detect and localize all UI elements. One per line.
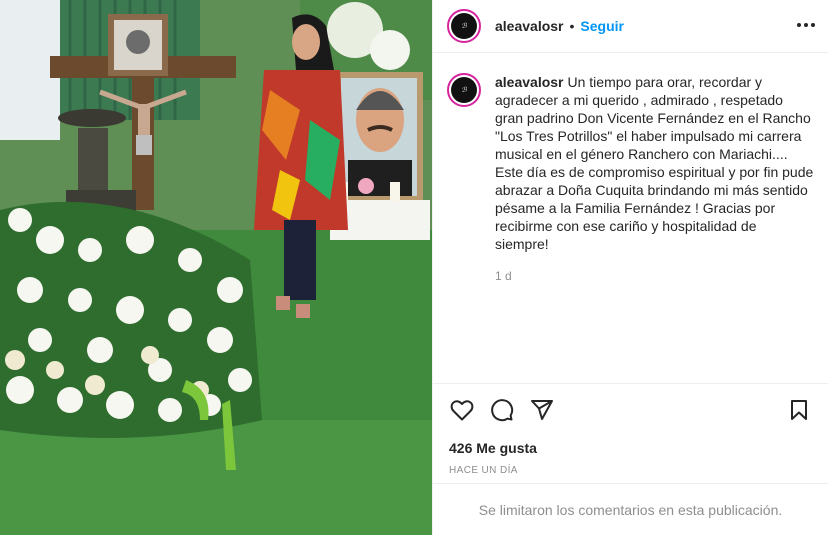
post-header: ℬ aleavalosr • Seguir [433, 0, 828, 53]
more-horizontal-icon[interactable] [794, 13, 818, 37]
bookmark-icon[interactable] [786, 397, 812, 423]
follow-button[interactable]: Seguir [580, 18, 624, 34]
post-caption: ℬ aleavalosr Un tiempo para orar, recorda… [433, 53, 828, 253]
heart-icon[interactable] [449, 397, 475, 423]
post-side-panel: ℬ aleavalosr • Seguir ℬ aleavalosr Un tie… [432, 0, 828, 535]
post-photo[interactable] [0, 0, 432, 535]
caption-timestamp[interactable]: 1 d [495, 269, 828, 283]
comments-limited-notice: Se limitaron los comentarios en esta pub… [433, 483, 828, 535]
instagram-post: ℬ aleavalosr • Seguir ℬ aleavalosr Un tie… [0, 0, 828, 535]
posted-time[interactable]: HACE UN DÍA [449, 465, 518, 476]
caption-text: Un tiempo para orar, recordar y agradece… [495, 74, 814, 252]
caption-text-block: aleavalosr Un tiempo para orar, recordar … [495, 73, 814, 253]
memorial-photo-illustration [0, 0, 432, 535]
separator-dot: • [569, 18, 575, 34]
action-bar [433, 383, 828, 435]
avatar-signature-icon: ℬ [451, 77, 477, 103]
likes-count[interactable]: 426 Me gusta [449, 440, 537, 456]
send-icon[interactable] [529, 397, 555, 423]
header-username[interactable]: aleavalosr [495, 18, 564, 34]
avatar-signature-icon: ℬ [451, 13, 477, 39]
caption-username[interactable]: aleavalosr [495, 74, 564, 90]
profile-avatar[interactable]: ℬ [447, 9, 481, 43]
caption-avatar[interactable]: ℬ [447, 73, 481, 107]
comment-icon[interactable] [489, 397, 515, 423]
